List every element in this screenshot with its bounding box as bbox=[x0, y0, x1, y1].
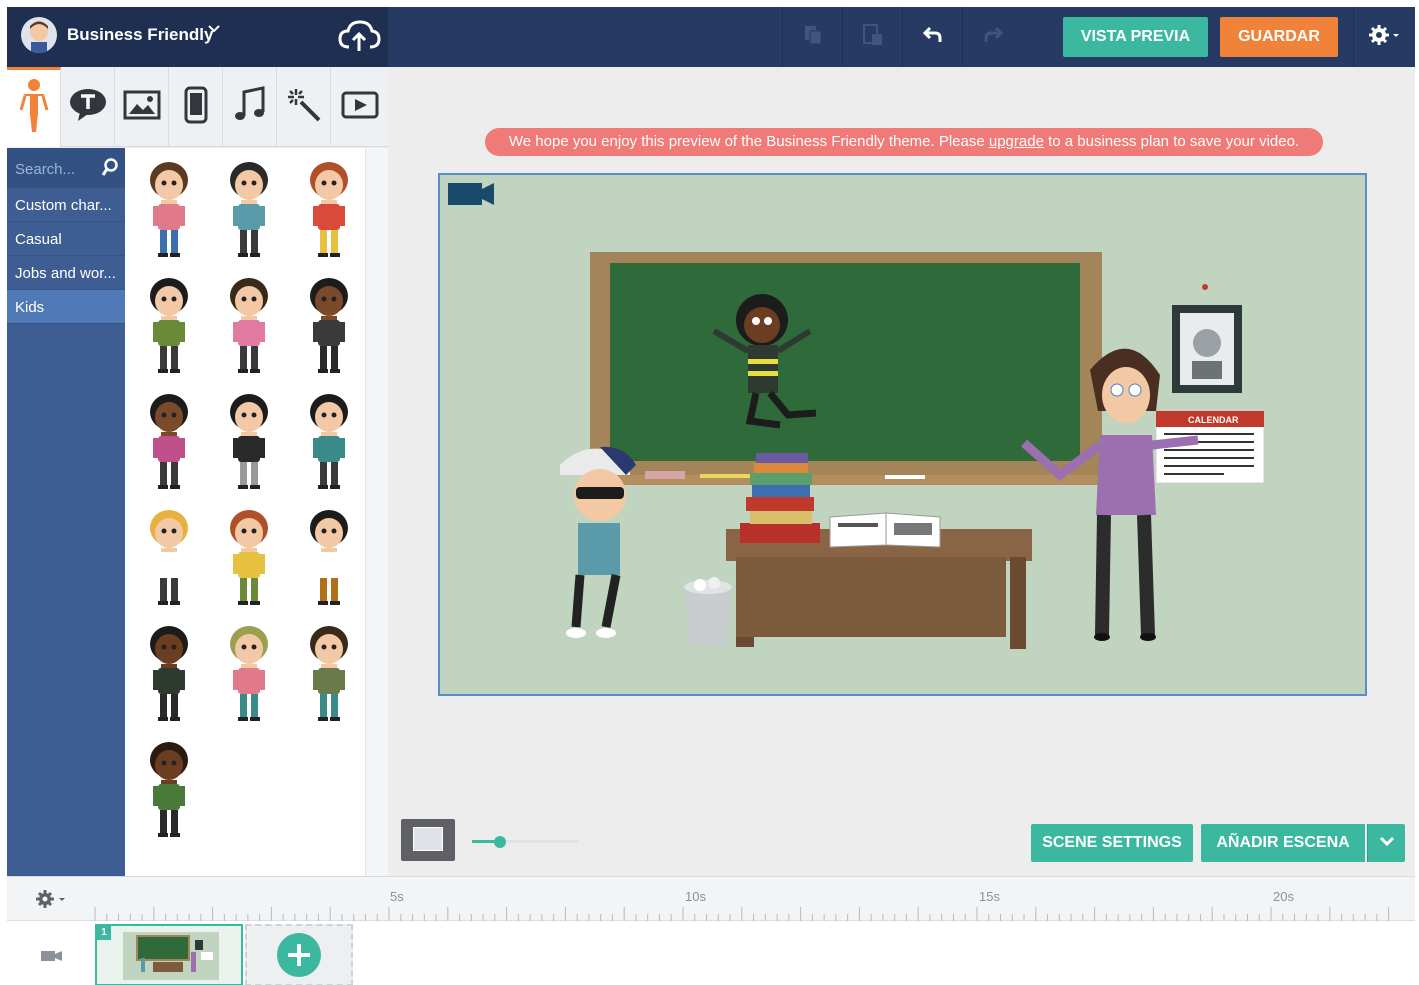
sidebar-item-label: Custom char... bbox=[15, 197, 112, 214]
redo-icon bbox=[982, 24, 1004, 51]
character-thumbnail[interactable] bbox=[139, 624, 199, 724]
character-thumbnail[interactable] bbox=[139, 740, 199, 840]
sidebar-item-label: Kids bbox=[15, 299, 45, 316]
character-thumbnail[interactable] bbox=[139, 160, 199, 260]
sidebar-item-custom-characters[interactable]: Custom char... bbox=[7, 188, 125, 222]
character-thumbnail[interactable] bbox=[219, 276, 279, 376]
teacher-desk bbox=[726, 529, 1032, 649]
character-thumbnail[interactable] bbox=[139, 508, 199, 608]
add-scene-slot[interactable] bbox=[245, 924, 353, 985]
trash-can bbox=[684, 577, 732, 645]
tab-images[interactable] bbox=[115, 67, 169, 147]
video-icon bbox=[341, 91, 379, 124]
tab-video[interactable] bbox=[331, 67, 388, 147]
tick-label-5s: 5s bbox=[390, 889, 404, 904]
upgrade-link[interactable]: upgrade bbox=[989, 133, 1044, 150]
save-button[interactable]: GUARDAR bbox=[1220, 17, 1338, 57]
character-thumbnail[interactable] bbox=[219, 508, 279, 608]
app-window: Business Friendly VISTA PREVIA GUARDAR S… bbox=[7, 7, 1415, 985]
theme-name: Business Friendly bbox=[67, 25, 214, 44]
upgrade-banner: We hope you enjoy this preview of the Bu… bbox=[485, 128, 1323, 156]
timeline: 5s 10s 15s 20s 1 bbox=[7, 876, 1415, 985]
paste-button[interactable] bbox=[842, 7, 902, 67]
redo-button[interactable] bbox=[962, 7, 1022, 67]
copy-button[interactable] bbox=[782, 7, 842, 67]
character-thumbnail[interactable] bbox=[139, 392, 199, 492]
gear-icon bbox=[1367, 23, 1403, 52]
chevron-down-icon[interactable] bbox=[207, 21, 221, 40]
sidebar-item-jobs[interactable]: Jobs and wor... bbox=[7, 256, 125, 290]
search-icon[interactable] bbox=[101, 158, 119, 183]
tab-devices[interactable] bbox=[169, 67, 223, 147]
scene-canvas[interactable]: CALENDAR bbox=[438, 173, 1367, 696]
undo-icon bbox=[922, 24, 944, 51]
plus-icon bbox=[277, 933, 321, 977]
sidebar-item-label: Jobs and wor... bbox=[15, 265, 116, 282]
scene-clip[interactable]: 1 bbox=[95, 924, 243, 985]
tab-music[interactable] bbox=[223, 67, 277, 147]
character-thumbnail[interactable] bbox=[299, 624, 359, 724]
character-thumbnail[interactable] bbox=[299, 276, 359, 376]
character-thumbnail[interactable] bbox=[219, 160, 279, 260]
tick-label-10s: 10s bbox=[685, 889, 706, 904]
copy-icon bbox=[802, 24, 824, 51]
asset-type-tabs bbox=[7, 67, 388, 147]
undo-button[interactable] bbox=[902, 7, 962, 67]
framed-portrait bbox=[1172, 284, 1242, 393]
scene-settings-button[interactable]: SCENE SETTINGS bbox=[1031, 824, 1193, 862]
sidebar-item-label: Casual bbox=[15, 231, 62, 248]
banner-text-end: to a business plan to save your video. bbox=[1043, 133, 1300, 150]
cloud-upload-icon[interactable] bbox=[337, 17, 381, 57]
search-field[interactable]: Search... bbox=[7, 148, 125, 188]
user-avatar[interactable] bbox=[21, 17, 57, 53]
character-thumbnail[interactable] bbox=[299, 508, 359, 608]
settings-menu-button[interactable] bbox=[1353, 7, 1415, 67]
character-thumbnail[interactable] bbox=[139, 276, 199, 376]
zoom-slider[interactable] bbox=[472, 835, 579, 848]
tab-characters[interactable] bbox=[7, 67, 61, 147]
thumbnail-view-button[interactable] bbox=[401, 819, 455, 861]
tick-label-15s: 15s bbox=[979, 889, 1000, 904]
scene-number: 1 bbox=[97, 926, 111, 940]
tab-text[interactable] bbox=[61, 67, 115, 147]
banner-text: We hope you enjoy this preview of the Bu… bbox=[508, 133, 989, 150]
character-library bbox=[125, 148, 365, 876]
screen-icon bbox=[413, 827, 443, 851]
paste-icon bbox=[861, 23, 885, 52]
image-icon bbox=[123, 90, 161, 125]
character-thumbnail[interactable] bbox=[219, 624, 279, 724]
timeline-camera-icon bbox=[41, 949, 63, 967]
music-note-icon bbox=[233, 85, 267, 129]
category-sidebar: Search... Custom char... Casual Jobs and… bbox=[7, 148, 125, 876]
speech-bubble-icon bbox=[68, 87, 108, 128]
preview-button[interactable]: VISTA PREVIA bbox=[1063, 17, 1208, 57]
add-scene-dropdown[interactable] bbox=[1367, 824, 1405, 862]
tab-effects[interactable] bbox=[277, 67, 331, 147]
theme-selector[interactable]: Business Friendly bbox=[7, 7, 388, 67]
sidebar-item-kids[interactable]: Kids bbox=[7, 290, 125, 324]
chevron-down-icon bbox=[1379, 834, 1395, 852]
magic-wand-icon bbox=[287, 88, 321, 127]
camera-icon bbox=[448, 183, 494, 205]
add-scene-button[interactable]: AÑADIR ESCENA bbox=[1201, 824, 1365, 862]
calendar-label: CALENDAR bbox=[1188, 415, 1239, 425]
open-book bbox=[829, 512, 941, 548]
phone-icon bbox=[184, 86, 208, 129]
scene-thumbnail bbox=[123, 932, 219, 980]
tick-label-20s: 20s bbox=[1273, 889, 1294, 904]
top-bar: Business Friendly VISTA PREVIA GUARDAR bbox=[7, 7, 1415, 67]
sidebar-item-casual[interactable]: Casual bbox=[7, 222, 125, 256]
character-icon bbox=[19, 78, 49, 139]
character-thumbnail[interactable] bbox=[299, 392, 359, 492]
library-scrollbar[interactable] bbox=[365, 148, 388, 876]
character-thumbnail[interactable] bbox=[219, 392, 279, 492]
search-input[interactable]: Search... bbox=[15, 161, 75, 178]
character-thumbnail[interactable] bbox=[299, 160, 359, 260]
timeline-ruler[interactable]: 5s 10s 15s 20s bbox=[7, 877, 1415, 921]
